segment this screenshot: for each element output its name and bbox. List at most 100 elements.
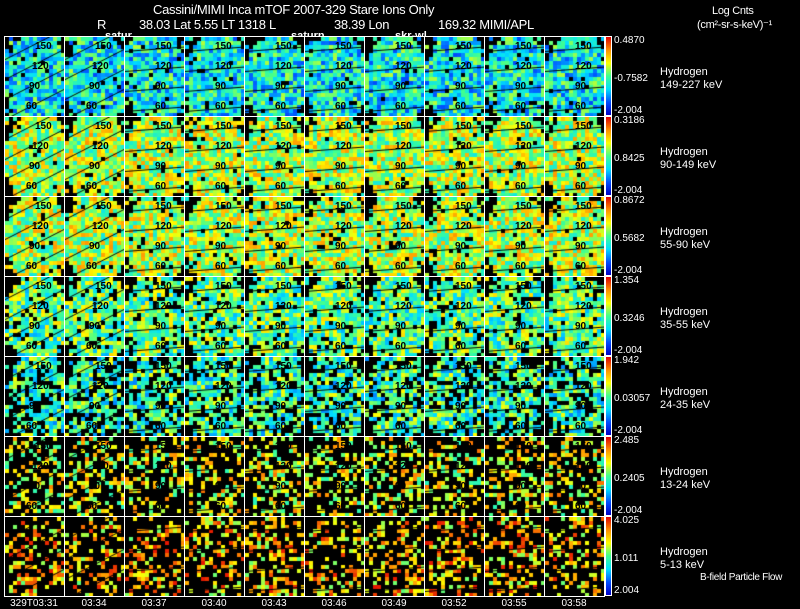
contour-label: 90 — [335, 401, 347, 412]
contour-label: 60 — [86, 181, 98, 192]
contour-label: 90 — [575, 241, 587, 252]
contour-label: 120 — [335, 381, 352, 392]
contour-label: 120 — [455, 301, 472, 312]
contour-label: 90 — [335, 321, 347, 332]
contour-label: 60 — [26, 341, 38, 352]
energy-range: 35-55 keV — [660, 319, 711, 331]
contour-label: 150 — [215, 281, 232, 292]
heatmap-panel: 150 120 90 60 — [364, 276, 425, 357]
contour-label: 120 — [515, 381, 532, 392]
colorbar — [605, 516, 612, 596]
contour-label: 150 — [395, 41, 412, 52]
contour-label: 90 — [215, 161, 227, 172]
contour-label: 150 — [95, 441, 112, 452]
contour-label: 90 — [335, 161, 347, 172]
contour-label: 120 — [575, 381, 592, 392]
contour-label: 90 — [215, 321, 227, 332]
contour-label: 120 — [92, 221, 109, 232]
colorbar-max-label: 0.4870 — [614, 35, 645, 46]
contour-label: 60 — [275, 341, 287, 352]
contour-label: 60 — [335, 181, 347, 192]
heatmap-panel: 150 120 90 60 — [184, 276, 245, 357]
contour-label: 90 — [155, 81, 167, 92]
contour-label: 120 — [515, 461, 532, 472]
contour-label: 120 — [515, 221, 532, 232]
heatmap-panel: 150 120 90 60 — [244, 276, 305, 357]
contour-label: 60 — [275, 181, 287, 192]
contour-label: 120 — [155, 61, 172, 72]
colorbar-mid-label: 0.03057 — [614, 393, 651, 404]
contour-label: 60 — [395, 501, 407, 512]
colorbar-max-label: 4.025 — [614, 515, 640, 526]
contour-label: 60 — [455, 101, 467, 112]
colorbar-max-label: 1.354 — [614, 275, 640, 286]
contour-label: 150 — [455, 41, 472, 52]
contour-label: 150 — [155, 41, 172, 52]
time-tick-label: 03:55 — [501, 598, 527, 609]
species-name: Hydrogen — [660, 386, 708, 398]
contour-label: 150 — [215, 201, 232, 212]
contour-label: 60 — [335, 421, 347, 432]
contour-label: 60 — [335, 101, 347, 112]
contour-label: 90 — [275, 401, 287, 412]
contour-label: 120 — [32, 221, 49, 232]
contour-label: 150 — [335, 201, 352, 212]
contour-label: 90 — [515, 81, 527, 92]
contour-label: 120 — [455, 221, 472, 232]
heatmap-panel: 150 120 90 60 — [184, 116, 245, 197]
heatmap-panel: 150 120 90 60 — [304, 276, 365, 357]
heatmap-cells — [65, 517, 124, 596]
contour-label: 90 — [155, 161, 167, 172]
contour-label: 150 — [95, 121, 112, 132]
contour-label: 150 — [275, 121, 292, 132]
l-value: 38.39 Lon — [334, 17, 390, 32]
heatmap-panel: 150 120 90 60 — [304, 116, 365, 197]
heatmap-panel: 150 120 90 60 — [244, 36, 305, 117]
contour-label: 150 — [515, 41, 532, 52]
contour-label: 90 — [515, 161, 527, 172]
contour-label: 120 — [335, 221, 352, 232]
contour-label: 150 — [155, 361, 172, 372]
contour-label: 90 — [215, 241, 227, 252]
energy-range: 55-90 keV — [660, 239, 711, 251]
contour-label: 60 — [275, 261, 287, 272]
contour-label: 90 — [29, 161, 41, 172]
contour-label: 90 — [29, 481, 41, 492]
contour-label: 150 — [215, 41, 232, 52]
contour-label: 150 — [335, 361, 352, 372]
heatmap-panel: 150 120 90 60 — [4, 36, 65, 117]
time-tick-label: 03:58 — [561, 598, 587, 609]
inca-plot: Cassini/MIMI Inca mTOF 2007-329 Stare Io… — [0, 0, 800, 609]
contour-label: 60 — [215, 101, 227, 112]
contour-label: 150 — [95, 201, 112, 212]
contour-label: 90 — [515, 321, 527, 332]
species-name: Hydrogen — [660, 466, 708, 478]
species-name: Hydrogen — [660, 226, 708, 238]
heatmap-panel: 150 120 90 60 — [244, 116, 305, 197]
contour-label: 120 — [275, 381, 292, 392]
contour-label: 90 — [395, 241, 407, 252]
contour-label: 60 — [395, 341, 407, 352]
heatmap-panel: 150 120 90 60 — [544, 36, 605, 117]
contour-label: 90 — [215, 481, 227, 492]
contour-label: 90 — [455, 401, 467, 412]
heatmap-panel: 150 120 90 60 — [4, 276, 65, 357]
contour-label: 150 — [155, 201, 172, 212]
contour-label: 90 — [335, 241, 347, 252]
heatmap-panel: 150 120 90 60 — [424, 436, 485, 517]
heatmap-cells — [545, 517, 604, 596]
contour-label: 120 — [215, 461, 232, 472]
contour-label: 90 — [575, 321, 587, 332]
contour-label: 60 — [275, 501, 287, 512]
contour-label: 150 — [515, 441, 532, 452]
contour-label: 60 — [215, 501, 227, 512]
contour-label: 150 — [515, 281, 532, 292]
heatmap-panel — [4, 516, 65, 597]
heatmap-panel — [484, 516, 545, 597]
contour-label: 60 — [335, 501, 347, 512]
contour-label: 60 — [275, 421, 287, 432]
heatmap-panel: 150 120 90 60 — [424, 196, 485, 277]
contour-label: 120 — [275, 221, 292, 232]
heatmap-cells — [185, 517, 244, 596]
contour-label: 150 — [335, 41, 352, 52]
